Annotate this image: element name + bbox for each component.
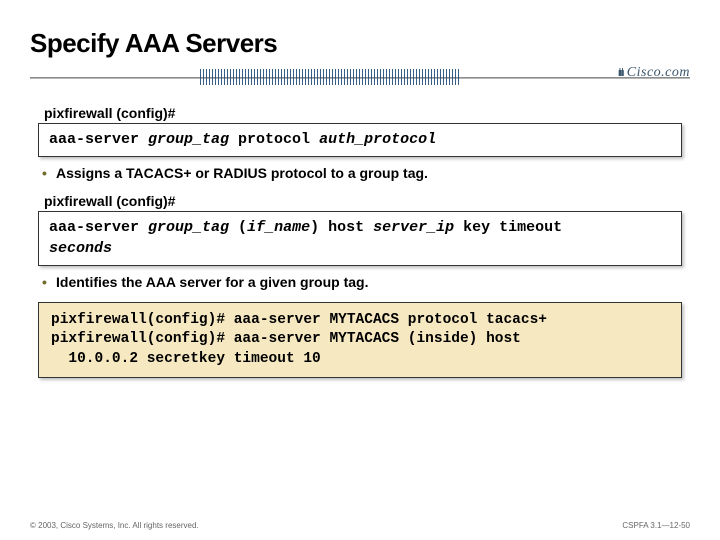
syntax-box-2: aaa-server group_tag (if_name) host serv… bbox=[38, 211, 682, 266]
example-line-1: pixfirewall(config)# aaa-server MYTACACS… bbox=[51, 311, 669, 331]
bullet-2: Identifies the AAA server for a given gr… bbox=[56, 274, 682, 290]
cisco-bars-icon: ılıılı bbox=[618, 67, 623, 79]
slide-number: CSPFA 3.1—12-50 bbox=[622, 521, 690, 530]
brand-logo: ılıılı Cisco.com bbox=[618, 65, 690, 81]
syntax-text-2: aaa-server group_tag (if_name) host serv… bbox=[49, 218, 671, 259]
example-line-2: pixfirewall(config)# aaa-server MYTACACS… bbox=[51, 330, 669, 350]
slide-title: Specify AAA Servers bbox=[30, 28, 690, 59]
syntax-text-1: aaa-server group_tag protocol auth_proto… bbox=[49, 130, 671, 150]
syntax-box-1: aaa-server group_tag protocol auth_proto… bbox=[38, 123, 682, 157]
bullet-1: Assigns a TACACS+ or RADIUS protocol to … bbox=[56, 165, 682, 181]
divider: ılıılı Cisco.com bbox=[30, 67, 690, 89]
example-box: pixfirewall(config)# aaa-server MYTACACS… bbox=[38, 302, 682, 379]
content: pixfirewall (config)# aaa-server group_t… bbox=[30, 105, 690, 378]
copyright-text: © 2003, Cisco Systems, Inc. All rights r… bbox=[30, 521, 199, 530]
slide: Specify AAA Servers ılıılı Cisco.com pixf… bbox=[0, 0, 720, 378]
divider-hatch bbox=[200, 69, 460, 85]
brand-text: Cisco.com bbox=[627, 65, 690, 80]
cli-prompt-1: pixfirewall (config)# bbox=[44, 105, 682, 121]
footer: © 2003, Cisco Systems, Inc. All rights r… bbox=[30, 521, 690, 530]
cli-prompt-2: pixfirewall (config)# bbox=[44, 193, 682, 209]
example-line-3: 10.0.0.2 secretkey timeout 10 bbox=[51, 350, 669, 370]
